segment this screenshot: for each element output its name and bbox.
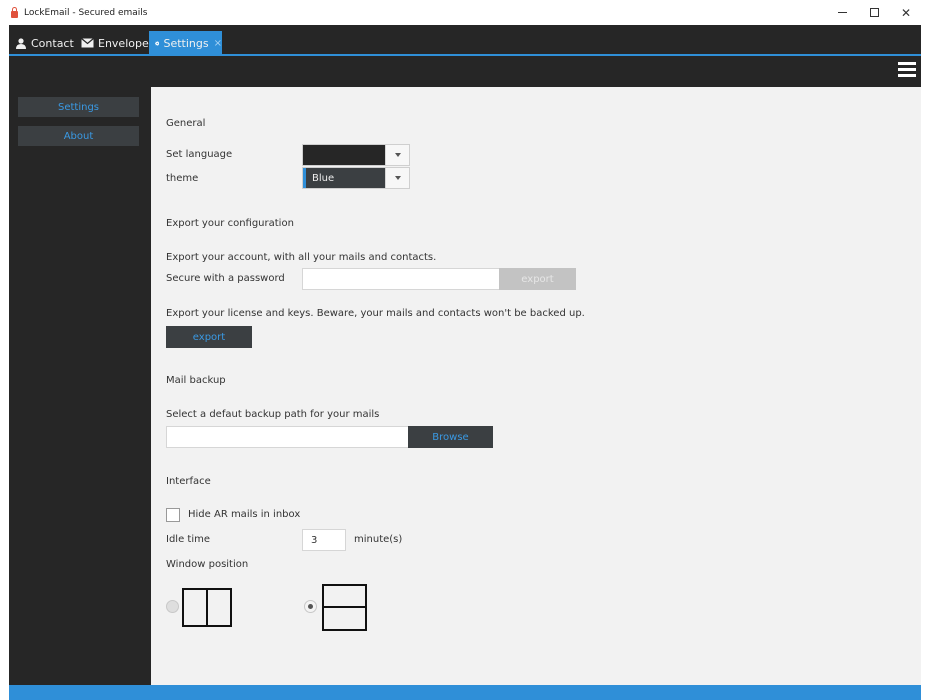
header-bar xyxy=(9,56,921,87)
envelope-icon xyxy=(81,38,94,48)
sidebar-item-about[interactable]: About xyxy=(18,126,139,146)
hide-ar-label: Hide AR mails in inbox xyxy=(188,509,301,520)
password-field[interactable] xyxy=(302,268,500,290)
tab-bar: Contact Envelopes Settings × xyxy=(9,25,921,56)
export-account-text: Export your account, with all your mails… xyxy=(166,252,437,263)
password-label: Secure with a password xyxy=(166,273,285,284)
theme-label: theme xyxy=(166,173,199,184)
sidebar-item-settings[interactable]: Settings xyxy=(18,97,139,117)
window-title: LockEmail - Secured emails xyxy=(24,7,148,18)
export-account-button[interactable]: export xyxy=(499,268,576,290)
horizontal-split-icon xyxy=(322,584,367,631)
tab-envelopes[interactable]: Envelopes xyxy=(81,31,154,55)
lock-icon xyxy=(11,7,18,18)
browse-button[interactable]: Browse xyxy=(408,426,493,448)
tab-close-icon[interactable]: × xyxy=(214,38,222,49)
tab-contact-label: Contact xyxy=(31,36,74,50)
language-label: Set language xyxy=(166,149,233,160)
theme-select[interactable]: Blue xyxy=(302,167,410,189)
tab-contact[interactable]: Contact xyxy=(15,31,74,55)
backup-heading: Mail backup xyxy=(166,375,226,386)
window-position-vertical-radio[interactable] xyxy=(166,600,179,613)
vertical-split-icon xyxy=(182,588,232,627)
tab-settings-label: Settings xyxy=(163,36,209,50)
close-window-button[interactable]: ✕ xyxy=(889,0,923,25)
idle-time-field[interactable]: 3 xyxy=(302,529,346,551)
maximize-button[interactable] xyxy=(857,0,891,25)
gear-icon xyxy=(155,40,160,46)
export-license-text: Export your license and keys. Beware, yo… xyxy=(166,308,585,319)
export-license-button[interactable]: export xyxy=(166,326,252,348)
backup-path-field[interactable] xyxy=(166,426,409,448)
close-icon: ✕ xyxy=(900,5,912,20)
interface-heading: Interface xyxy=(166,476,211,487)
tab-settings[interactable]: Settings × xyxy=(149,31,222,55)
export-heading: Export your configuration xyxy=(166,218,294,229)
minimize-icon xyxy=(837,12,847,13)
settings-panel: General Set language theme Blue Export y… xyxy=(151,87,921,685)
window-titlebar: LockEmail - Secured emails ✕ xyxy=(0,0,930,25)
window-position-label: Window position xyxy=(166,559,249,570)
hide-ar-checkbox[interactable] xyxy=(166,508,180,522)
idle-unit-label: minute(s) xyxy=(354,534,403,545)
theme-value: Blue xyxy=(303,168,385,188)
chevron-down-icon xyxy=(385,145,409,165)
language-select[interactable] xyxy=(302,144,410,166)
tab-envelopes-label: Envelopes xyxy=(98,36,155,50)
window-position-horizontal-radio[interactable] xyxy=(304,600,317,613)
chevron-down-icon xyxy=(385,168,409,188)
person-icon xyxy=(16,37,26,49)
general-heading: General xyxy=(166,118,206,129)
language-value xyxy=(303,145,385,165)
minimize-button[interactable] xyxy=(825,0,859,25)
idle-time-label: Idle time xyxy=(166,534,210,545)
status-bar xyxy=(9,685,921,700)
maximize-icon xyxy=(869,8,879,17)
backup-path-label: Select a defaut backup path for your mai… xyxy=(166,409,380,420)
menu-icon[interactable] xyxy=(898,62,916,78)
sidebar: Settings About xyxy=(9,87,151,685)
